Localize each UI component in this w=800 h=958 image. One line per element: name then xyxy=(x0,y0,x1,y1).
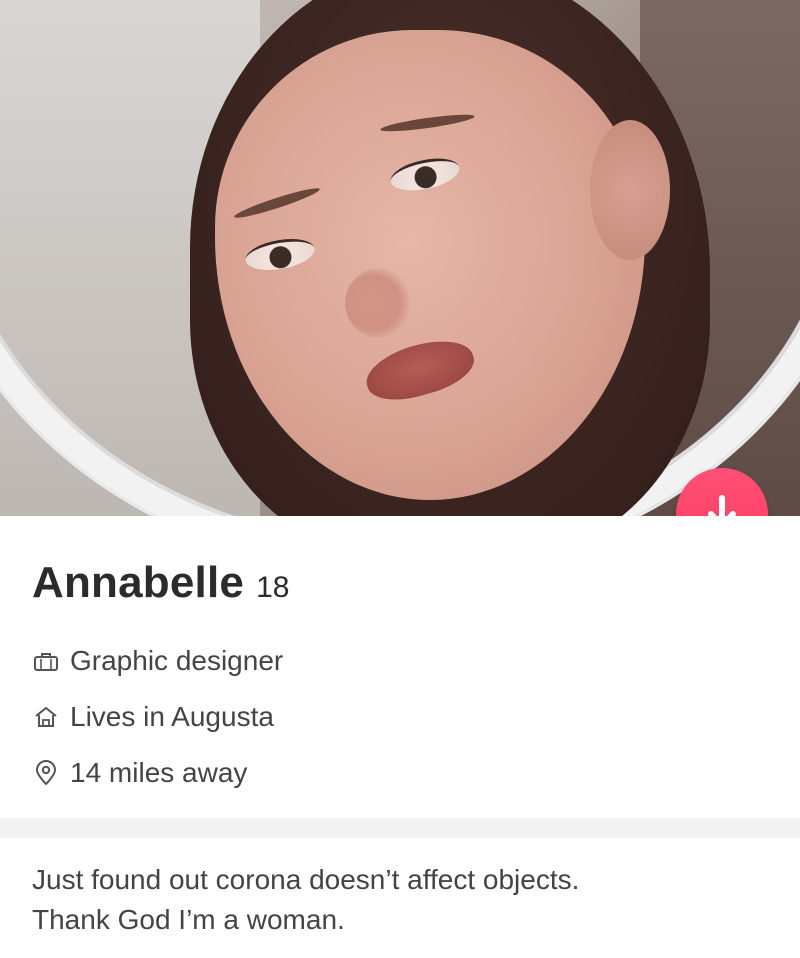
location-pin-icon xyxy=(32,759,60,787)
profile-name: Annabelle xyxy=(32,558,245,607)
home-text: Lives in Augusta xyxy=(70,701,274,732)
distance-text: 14 miles away xyxy=(70,757,248,788)
bio-line-1: Just found out corona doesn’t affect obj… xyxy=(32,864,580,895)
home-detail: Lives in Augusta xyxy=(32,701,274,733)
home-icon xyxy=(32,703,60,731)
briefcase-icon xyxy=(32,647,60,675)
profile-bio: Just found out corona doesn’t affect obj… xyxy=(32,860,772,940)
photo-nose xyxy=(345,268,415,338)
photo-ear xyxy=(590,120,670,260)
distance-detail: 14 miles away xyxy=(32,757,247,789)
section-divider xyxy=(0,818,800,838)
profile-photo[interactable] xyxy=(0,0,800,516)
profile-card: Annabelle 18 Graphic designer Lives in A… xyxy=(0,0,800,958)
job-detail: Graphic designer xyxy=(32,645,283,677)
profile-age: 18 xyxy=(256,571,290,604)
name-row: Annabelle 18 xyxy=(32,558,289,608)
bio-line-2: Thank God I’m a woman. xyxy=(32,904,345,935)
profile-info: Annabelle 18 Graphic designer Lives in A… xyxy=(0,516,800,816)
job-text: Graphic designer xyxy=(70,645,284,676)
